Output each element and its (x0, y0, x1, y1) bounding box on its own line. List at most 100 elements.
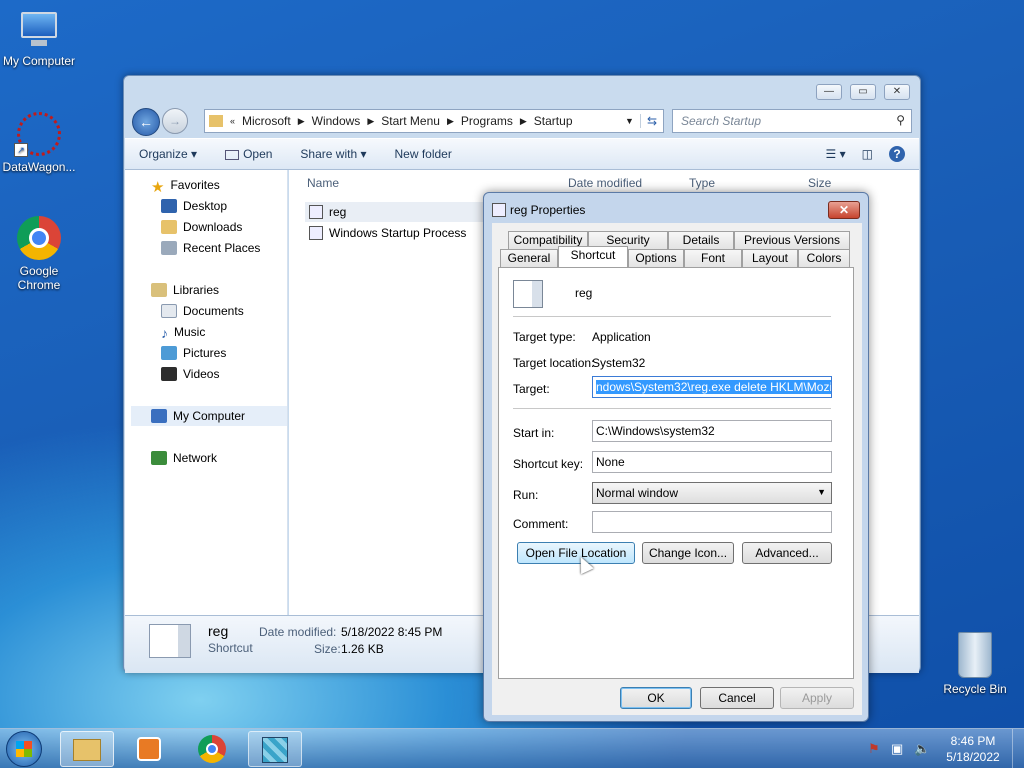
share-with-button[interactable]: Share with ▾ (286, 147, 380, 161)
taskbar-regedit-button[interactable] (248, 731, 302, 767)
desktop-icon-label: DataWagon... (2, 160, 76, 174)
minimize-button[interactable]: — (816, 84, 842, 100)
chevron-down-icon[interactable]: ▼ (619, 116, 640, 126)
column-header-name[interactable]: Name (307, 176, 339, 190)
open-button[interactable]: Open (211, 147, 286, 161)
breadcrumb-item[interactable]: Microsoft (238, 114, 295, 128)
back-button[interactable]: ← (132, 108, 160, 136)
folder-icon (209, 115, 223, 127)
breadcrumb-item[interactable]: Startup (530, 114, 577, 128)
libraries-icon (151, 283, 167, 297)
maximize-button[interactable]: ▭ (850, 84, 876, 100)
tab-general[interactable]: General (500, 249, 558, 267)
view-options-icon[interactable]: ☰ ▾ (818, 147, 854, 161)
column-header-type[interactable]: Type (689, 176, 715, 190)
computer-icon (17, 10, 61, 50)
breadcrumb-item[interactable]: Start Menu (377, 114, 444, 128)
preview-pane-icon[interactable]: ◫ (854, 147, 881, 161)
network-icon[interactable]: ▣ (891, 741, 903, 757)
apply-button[interactable]: Apply (780, 687, 854, 709)
toolbar: Organize ▾ Open Share with ▾ New folder … (125, 138, 919, 170)
desktop-icon-datawagon[interactable]: ↗ DataWagon... (0, 112, 78, 174)
chevron-right-icon: ▶ (446, 115, 454, 126)
breadcrumb-item[interactable]: Windows (308, 114, 365, 128)
address-bar[interactable]: « Microsoft ▶ Windows ▶ Start Menu ▶ Progra… (204, 109, 664, 133)
star-icon: ★ (151, 179, 165, 196)
tab-font[interactable]: Font (684, 249, 742, 267)
chrome-icon (17, 216, 61, 260)
taskbar: ⚑ ▣ 🔈 8:46 PM 5/18/2022 (0, 728, 1024, 768)
desktop-icon-label: Recycle Bin (943, 682, 1007, 696)
desktop-icon-my-computer[interactable]: My Computer (0, 10, 78, 68)
taskbar-explorer-button[interactable] (60, 731, 114, 767)
target-field[interactable]: ndows\System32\reg.exe delete HKLM\Mozil… (592, 376, 832, 398)
list-item[interactable]: reg (305, 202, 485, 222)
tab-details[interactable]: Details (668, 231, 734, 249)
change-icon-button[interactable]: Change Icon... (642, 542, 734, 564)
ok-button[interactable]: OK (620, 687, 692, 709)
chevron-right-icon: ▶ (367, 115, 375, 126)
nav-downloads[interactable]: Downloads (161, 220, 242, 234)
nav-my-computer[interactable]: My Computer (131, 406, 287, 426)
shortcut-panel: reg Target type: Application Target loca… (498, 267, 854, 679)
nav-pictures[interactable]: Pictures (161, 346, 226, 360)
desktop-icon-chrome[interactable]: Google Chrome (0, 216, 78, 292)
nav-desktop[interactable]: Desktop (161, 199, 227, 213)
tab-colors[interactable]: Colors (798, 249, 850, 267)
volume-icon[interactable]: 🔈 (914, 741, 930, 757)
nav-favorites[interactable]: ★ Favorites (151, 178, 220, 196)
refresh-icon[interactable]: ⇆ (639, 114, 663, 128)
tab-layout[interactable]: Layout (742, 249, 798, 267)
nav-music[interactable]: ♪ Music (161, 325, 205, 341)
help-icon[interactable]: ? (889, 146, 905, 162)
forward-button[interactable]: → (162, 108, 188, 134)
desktop-icon-label: Google Chrome (17, 264, 61, 292)
new-folder-button[interactable]: New folder (380, 147, 465, 161)
chevron-right-icon: ▶ (519, 115, 527, 126)
column-header-date[interactable]: Date modified (568, 176, 642, 190)
folder-icon (73, 739, 101, 761)
shortcut-key-field[interactable]: None (592, 451, 832, 473)
taskbar-chrome-button[interactable] (185, 731, 239, 767)
taskbar-media-player-button[interactable] (122, 731, 176, 767)
network-icon (151, 451, 167, 465)
search-input[interactable]: Search Startup ⚲ (672, 109, 912, 133)
tab-shortcut[interactable]: Shortcut (558, 246, 628, 267)
action-center-icon[interactable]: ⚑ (868, 741, 880, 757)
shortcut-name: reg (575, 286, 593, 300)
clock[interactable]: 8:46 PM 5/18/2022 (940, 733, 1006, 765)
advanced-button[interactable]: Advanced... (742, 542, 832, 564)
show-desktop-button[interactable] (1012, 729, 1024, 768)
start-in-field[interactable]: C:\Windows\system32 (592, 420, 832, 442)
nav-recent-places[interactable]: Recent Places (161, 241, 260, 255)
nav-videos[interactable]: Videos (161, 367, 219, 381)
datawagon-icon: ↗ (14, 112, 61, 157)
breadcrumb-item[interactable]: Programs (457, 114, 517, 128)
run-select[interactable]: Normal window ▼ (592, 482, 832, 504)
properties-dialog: reg Properties ✕ Compatibility Security … (483, 192, 869, 722)
close-button[interactable]: ✕ (828, 201, 860, 219)
nav-documents[interactable]: Documents (161, 304, 244, 318)
list-item[interactable]: Windows Startup Process (305, 223, 485, 243)
recycle-bin-icon (958, 632, 992, 678)
target-location-value: System32 (592, 356, 646, 370)
open-icon (225, 149, 240, 160)
tab-options[interactable]: Options (628, 249, 684, 267)
downloads-icon (161, 220, 177, 234)
column-header-size[interactable]: Size (808, 176, 831, 190)
nav-libraries[interactable]: Libraries (151, 283, 219, 297)
videos-icon (161, 367, 177, 381)
tab-previous-versions[interactable]: Previous Versions (734, 231, 850, 249)
desktop-icon-recycle-bin[interactable]: Recycle Bin (936, 632, 1014, 696)
desktop-icon (161, 199, 177, 213)
close-button[interactable]: ✕ (884, 84, 910, 100)
organize-button[interactable]: Organize ▾ (125, 147, 211, 161)
search-icon: ⚲ (896, 113, 905, 127)
pictures-icon (161, 346, 177, 360)
shortcut-icon (492, 203, 506, 217)
comment-field[interactable] (592, 511, 832, 533)
cancel-button[interactable]: Cancel (700, 687, 774, 709)
nav-network[interactable]: Network (151, 451, 217, 465)
start-button[interactable] (6, 731, 42, 767)
chrome-icon (198, 735, 226, 763)
